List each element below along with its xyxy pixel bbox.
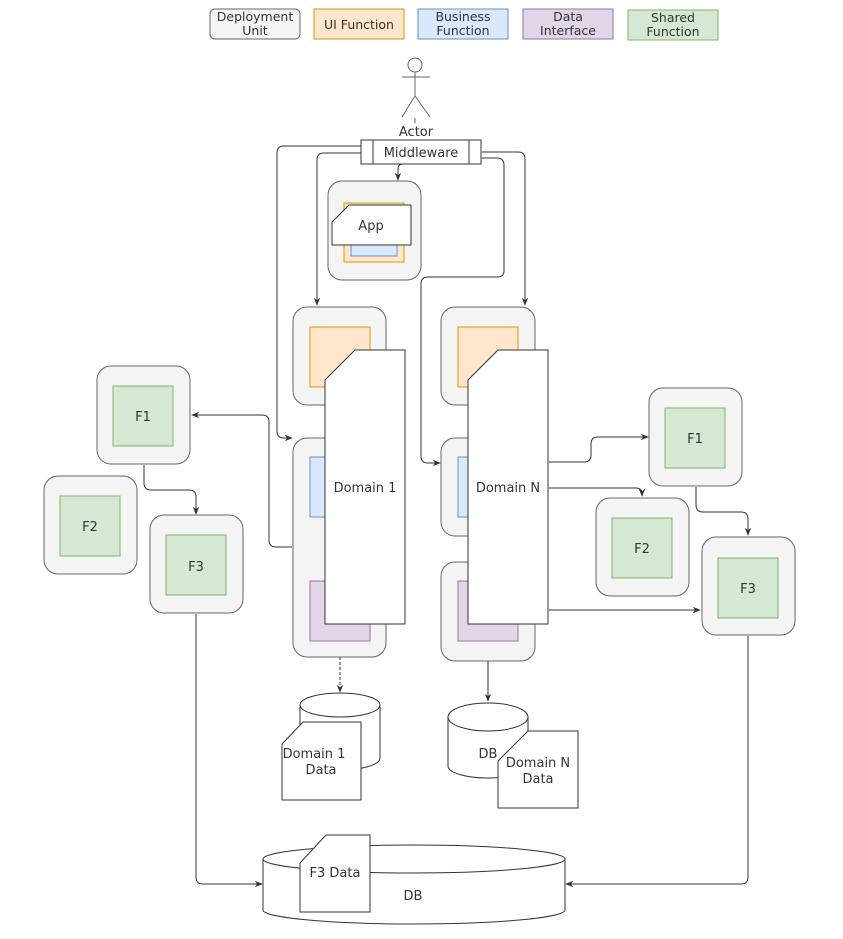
edge-f1-f3-right (695, 487, 752, 536)
app-label: App (358, 219, 383, 234)
edge-domainn-f1-right (549, 433, 649, 463)
legend-label: Function (436, 23, 489, 38)
domainn-db-label: DB (479, 747, 498, 762)
f1-label: F1 (135, 410, 151, 425)
legend-shared-function: Shared Function (627, 9, 719, 41)
legend-data-interface: Data Interface (522, 8, 614, 40)
shared-right: F1 F2 F3 (595, 387, 796, 636)
domain1-database[interactable]: Domain 1 Data (281, 692, 381, 801)
legend-label: Function (646, 24, 699, 39)
domain1-data-label: Domain 1 (283, 747, 346, 762)
legend-deployment-unit: Deployment Unit (209, 8, 301, 40)
middleware[interactable]: Middleware (360, 139, 482, 165)
f3-label: F3 (188, 560, 204, 575)
domain1-label: Domain 1 (334, 481, 397, 496)
shared-left-f3[interactable]: F3 (149, 514, 244, 614)
actor-label: Actor (399, 125, 434, 140)
f3-data-label: F3 Data (310, 866, 361, 881)
app-deployment-unit[interactable]: App (327, 180, 422, 281)
edge-f3-left-db (195, 614, 263, 888)
legend-label: Deployment (217, 9, 294, 24)
domain-n[interactable]: Domain N (440, 306, 549, 662)
f2-label: F2 (634, 542, 650, 557)
edge-f3-right-db (565, 636, 749, 888)
domainn-data-label: Domain N (506, 756, 570, 771)
domainn-data-label: Data (522, 772, 553, 787)
domainn-label: Domain N (476, 481, 540, 496)
legend: Deployment Unit UI Function Business Fun… (209, 8, 719, 41)
domain1-data-label: Data (305, 763, 336, 778)
legend-label: Interface (540, 23, 596, 38)
domainn-database[interactable]: DB Domain N Data (447, 702, 579, 809)
legend-label: Shared (651, 10, 695, 25)
shared-database[interactable]: F3 Data DB (262, 834, 566, 925)
actor[interactable]: Actor (399, 57, 434, 140)
actor-icon (401, 57, 431, 123)
domain-1[interactable]: Domain 1 (292, 306, 406, 658)
shared-right-f2[interactable]: F2 (595, 497, 690, 597)
edge-middleware-app (394, 163, 404, 181)
shared-left: F1 F2 F3 (43, 365, 244, 614)
shared-left-f1[interactable]: F1 (96, 365, 191, 465)
legend-label: UI Function (324, 17, 394, 32)
edge-domainn-f2-right (549, 487, 646, 497)
architecture-diagram: Deployment Unit UI Function Business Fun… (43, 8, 796, 925)
middleware-label: Middleware (384, 146, 459, 161)
legend-ui-function: UI Function (313, 8, 405, 40)
shared-db-label: DB (404, 889, 423, 904)
shared-left-f2[interactable]: F2 (43, 475, 138, 575)
legend-label: Business (435, 9, 490, 24)
f2-label: F2 (82, 520, 98, 535)
legend-business-function: Business Function (417, 8, 509, 40)
shared-right-f3[interactable]: F3 (701, 536, 796, 636)
shared-right-f1[interactable]: F1 (648, 387, 743, 487)
legend-label: Data (553, 9, 583, 24)
legend-label: Unit (242, 23, 268, 38)
f1-label: F1 (687, 432, 703, 447)
f3-label: F3 (740, 582, 756, 597)
edge-f1-f3-left (143, 465, 200, 515)
